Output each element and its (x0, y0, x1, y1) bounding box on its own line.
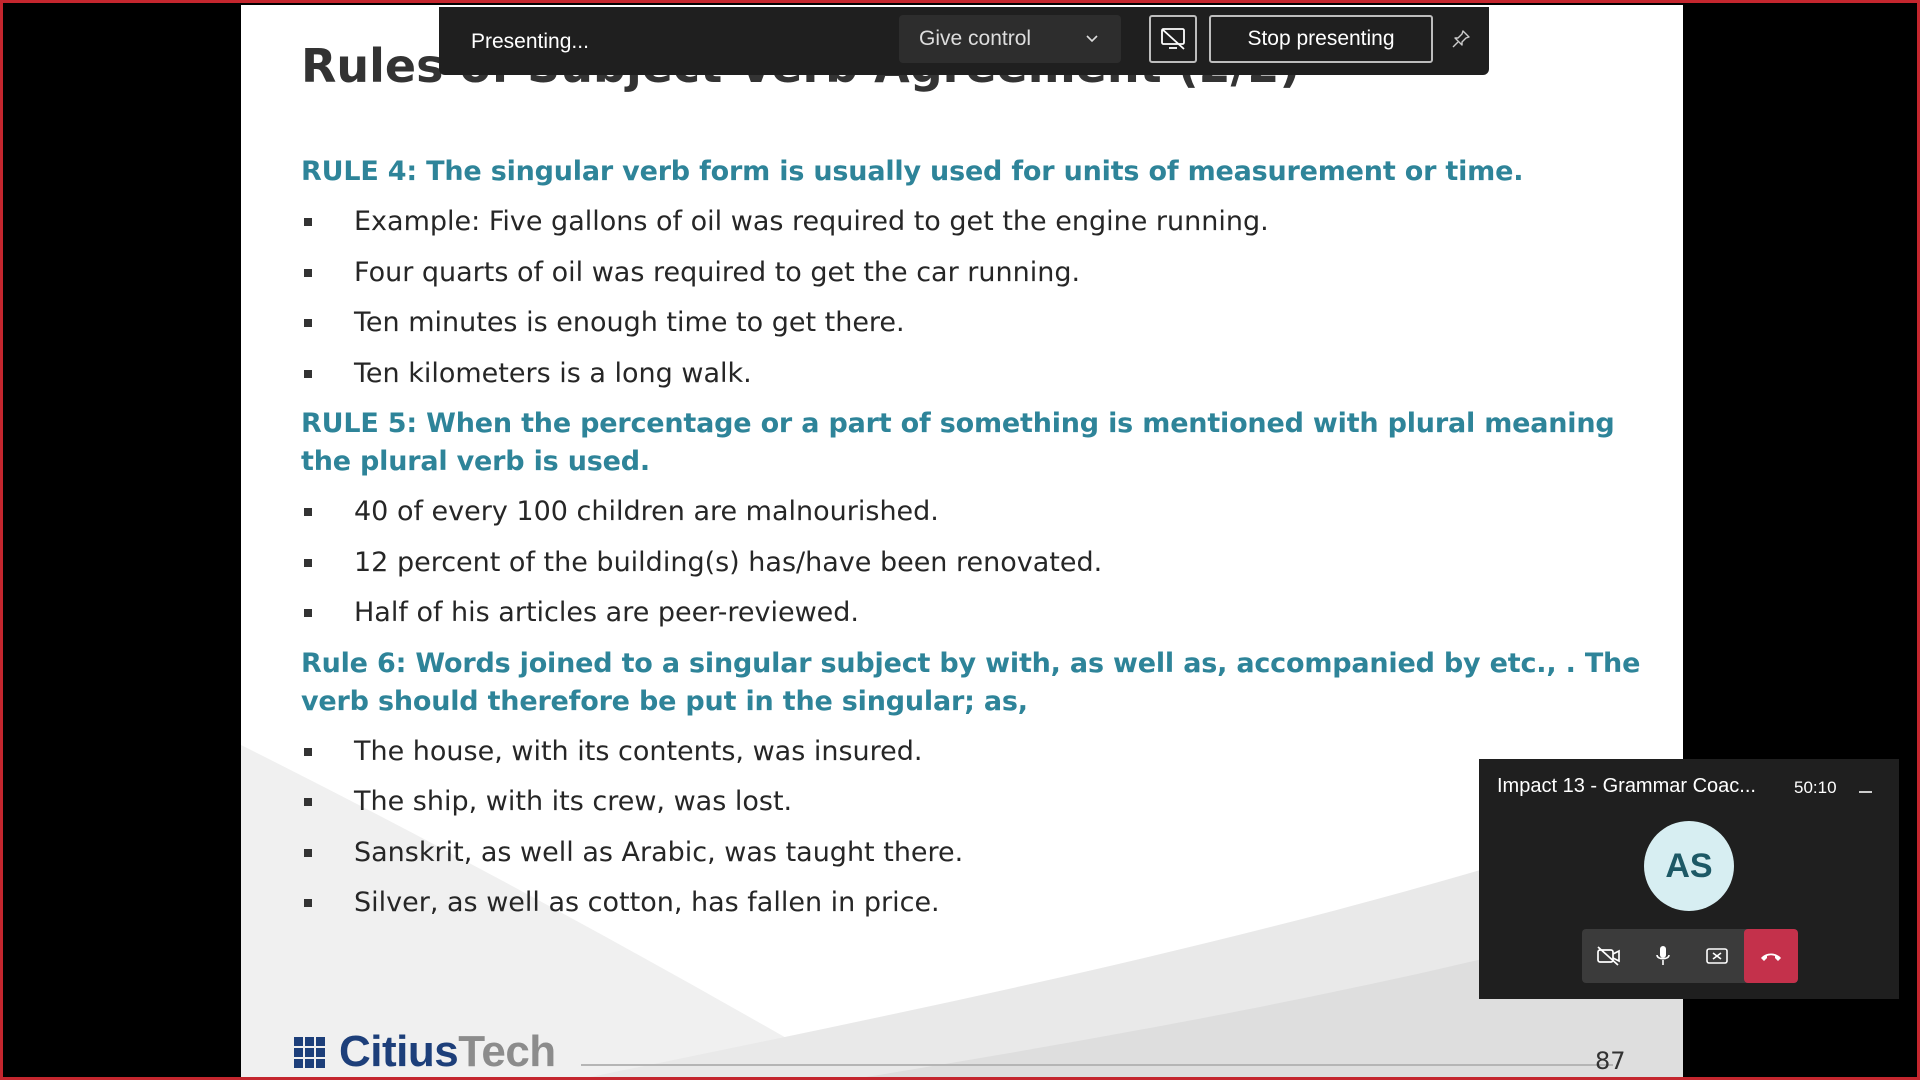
logo-text-part2: Tech (458, 1027, 556, 1076)
logo-grid-icon (294, 1036, 325, 1068)
give-control-label: Give control (919, 27, 1032, 50)
list-item: The ship, with its crew, was lost. (301, 783, 1641, 821)
video-off-icon (1597, 946, 1620, 966)
bullet-icon (304, 609, 312, 617)
page-number: 87 (1595, 1047, 1626, 1075)
rule-6-heading: Rule 6: Words joined to a singular subje… (301, 647, 1641, 717)
bullet-icon (304, 747, 312, 756)
give-control-dropdown[interactable]: Give control (899, 15, 1121, 63)
rule-6-list: The house, with its contents, was insure… (301, 733, 1641, 923)
list-item: Silver, as well as cotton, has fallen in… (301, 884, 1641, 922)
rule-4-heading: RULE 4: The singular verb form is usuall… (301, 156, 1524, 187)
bullet-text: 12 percent of the building(s) has/have b… (354, 546, 1103, 578)
bullet-icon (304, 508, 312, 516)
list-item: 12 percent of the building(s) has/have b… (301, 544, 1641, 582)
bullet-text: Half of his articles are peer-reviewed. (354, 597, 859, 628)
pin-toolbar-button[interactable] (1447, 25, 1475, 53)
avatar: AS (1644, 821, 1734, 911)
list-item: 40 of every 100 children are malnourishe… (301, 493, 1641, 531)
stop-share-screen-button[interactable] (1149, 15, 1197, 63)
bullet-text: Ten minutes is enough time to get there. (354, 307, 905, 338)
rule-5-list: 40 of every 100 children are malnourishe… (301, 493, 1641, 632)
hang-up-icon (1761, 953, 1781, 961)
citiustech-logo: CitiusTech (294, 1027, 556, 1077)
bullet-text: Sanskrit, as well as Arabic, was taught … (354, 836, 964, 868)
bullet-text: Silver, as well as cotton, has fallen in… (354, 887, 940, 918)
bullet-text: Ten kilometers is a long walk. (354, 357, 752, 389)
microphone-icon (1656, 946, 1670, 965)
bullet-icon (304, 268, 312, 277)
hang-up-button[interactable] (1744, 929, 1798, 983)
bullet-text: 40 of every 100 children are malnourishe… (354, 496, 939, 527)
list-item: Four quarts of oil was required to get t… (301, 254, 1641, 292)
bullet-icon (304, 218, 312, 226)
meeting-title: Impact 13 - Grammar Coac... (1497, 775, 1756, 797)
slide: Rules of Subject Verb Agreement (2/2) RU… (241, 5, 1683, 1077)
list-item: The house, with its contents, was insure… (301, 733, 1641, 771)
list-item: Example: Five gallons of oil was require… (301, 203, 1641, 241)
bullet-text: The house, with its contents, was insure… (354, 735, 923, 767)
bullet-text: Four quarts of oil was required to get t… (354, 256, 1081, 288)
list-item: Half of his articles are peer-reviewed. (301, 594, 1641, 632)
list-item: Ten minutes is enough time to get there. (301, 304, 1641, 342)
bullet-text: The ship, with its crew, was lost. (354, 786, 793, 817)
logo-text-part1: Citius (339, 1027, 459, 1076)
slide-content: RULE 4: The singular verb form is usuall… (301, 153, 1641, 935)
bullet-icon (304, 319, 312, 327)
bullet-icon (304, 558, 312, 567)
bullet-icon (304, 369, 312, 378)
camera-toggle-button[interactable] (1582, 929, 1636, 983)
logo-text: CitiusTech (339, 1027, 556, 1077)
window-frame: Rules of Subject Verb Agreement (2/2) RU… (0, 0, 1920, 1080)
list-item: Ten kilometers is a long walk. (301, 355, 1641, 393)
rule-5-heading: RULE 5: When the percentage or a part of… (301, 408, 1615, 477)
microphone-button[interactable] (1636, 929, 1690, 983)
chevron-down-icon (1086, 35, 1098, 43)
stop-presenting-label: Stop presenting (1247, 27, 1395, 50)
presenting-status: Presenting... (471, 30, 589, 53)
bullet-icon (304, 848, 312, 857)
list-item: Sanskrit, as well as Arabic, was taught … (301, 834, 1641, 872)
minimize-icon[interactable] (1859, 791, 1872, 793)
footer-divider (581, 1064, 1613, 1066)
stop-share-screen-icon (1161, 28, 1185, 50)
bullet-icon (304, 798, 312, 806)
share-screen-button[interactable] (1690, 929, 1744, 983)
rule-4-list: Example: Five gallons of oil was require… (301, 203, 1641, 393)
call-controls (1582, 929, 1798, 983)
meeting-elapsed-time: 50:10 (1794, 778, 1837, 797)
bullet-icon (304, 899, 312, 907)
pin-icon (1452, 30, 1470, 48)
share-screen-icon (1706, 948, 1728, 964)
stop-presenting-button[interactable]: Stop presenting (1209, 15, 1433, 63)
bullet-text: Example: Five gallons of oil was require… (354, 206, 1269, 237)
presenting-toolbar: Presenting... Give control Stop presenti… (439, 7, 1489, 75)
meeting-mini-window: Impact 13 - Grammar Coac... 50:10 AS (1479, 759, 1899, 999)
